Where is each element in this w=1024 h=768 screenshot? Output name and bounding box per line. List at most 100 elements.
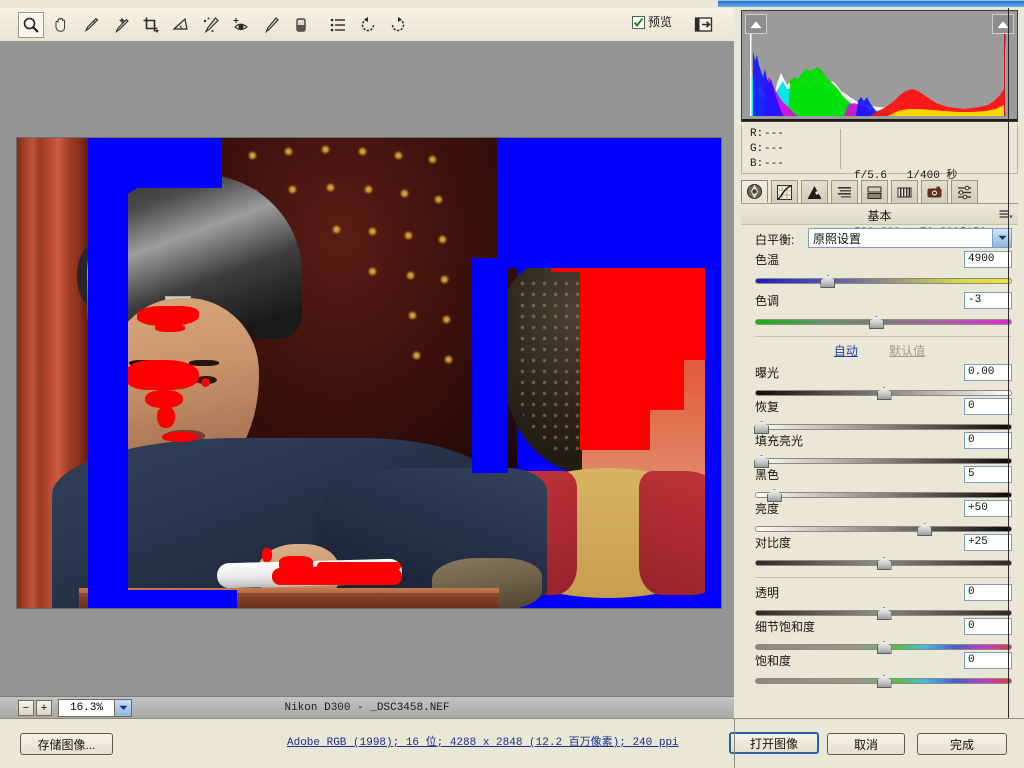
rgb-g-label: G: <box>750 143 764 155</box>
slider-knob[interactable] <box>754 455 770 468</box>
white-balance-tool[interactable] <box>78 12 104 38</box>
slider-track[interactable] <box>755 316 1012 329</box>
image-canvas-area[interactable] <box>0 42 734 696</box>
open-image-button[interactable]: 打开图像 <box>729 732 819 754</box>
preferences-list-icon[interactable] <box>325 12 351 38</box>
tab-lens-correction[interactable] <box>891 180 918 203</box>
exif-divider <box>840 129 841 169</box>
white-balance-select[interactable]: 原照设置 <box>808 228 1012 248</box>
slider-knob[interactable] <box>754 421 770 434</box>
slider-track[interactable] <box>755 607 1012 620</box>
image-status-bar: Nikon D300 - _DSC3458.NEF − + 16.3% <box>0 696 734 718</box>
lens-icon <box>897 187 912 197</box>
slider-label: 黑色 <box>755 468 780 482</box>
slider-value[interactable]: 0 <box>964 584 1012 601</box>
shadow-clipping-warning-button[interactable] <box>745 14 767 34</box>
slider-label: 对比度 <box>755 536 792 550</box>
slider-knob[interactable] <box>876 557 892 570</box>
slider-knob[interactable] <box>876 387 892 400</box>
tab-detail[interactable] <box>801 180 828 203</box>
cancel-button[interactable]: 取消 <box>827 733 905 755</box>
left-column: 预览 Nikon D300 - _DSC3458.NEF − + 16.3% <box>0 8 734 718</box>
slider-knob[interactable] <box>917 523 933 536</box>
histogram-baseline <box>742 119 1017 121</box>
adjustment-brush-tool[interactable] <box>258 12 284 38</box>
slider-value[interactable]: -3 <box>964 292 1012 309</box>
done-button[interactable]: 完成 <box>917 733 1007 755</box>
slider-track[interactable] <box>755 641 1012 654</box>
zoom-controls[interactable]: − + 16.3% <box>18 699 132 717</box>
tab-hsl-grayscale[interactable] <box>831 180 858 203</box>
rotate-ccw-icon[interactable] <box>355 12 381 38</box>
slider-value[interactable]: 0 <box>964 398 1012 415</box>
slider-value[interactable]: +50 <box>964 500 1012 517</box>
histogram-plot <box>748 21 1011 116</box>
color-sampler-tool[interactable] <box>108 12 134 38</box>
slider-knob[interactable] <box>868 316 884 329</box>
slider-track[interactable] <box>755 387 1012 400</box>
zoom-out-button[interactable]: − <box>18 700 34 716</box>
preview-label: 预览 <box>647 15 672 29</box>
white-balance-label: 白平衡: <box>755 233 795 247</box>
graduated-filter-tool[interactable] <box>288 12 314 38</box>
chevron-down-icon[interactable] <box>114 700 131 716</box>
slider-value[interactable]: 0.00 <box>964 364 1012 381</box>
save-image-button[interactable]: 存储图像... <box>20 733 113 755</box>
slider-knob[interactable] <box>766 489 782 502</box>
zoom-in-button[interactable]: + <box>36 700 52 716</box>
hand-tool[interactable] <box>48 12 74 38</box>
slider-knob[interactable] <box>876 675 892 688</box>
auto-link[interactable]: 自动 <box>834 344 858 358</box>
rotate-cw-icon[interactable] <box>385 12 411 38</box>
bottom-bar-divider <box>734 718 735 768</box>
retouch-tool[interactable] <box>198 12 224 38</box>
tab-tone-curve[interactable] <box>771 180 798 203</box>
slider-track[interactable] <box>755 523 1012 536</box>
slider-value[interactable]: 0 <box>964 618 1012 635</box>
window-title-bar <box>718 0 1024 7</box>
slider-label: 细节饱和度 <box>755 620 816 634</box>
red-eye-tool[interactable] <box>228 12 254 38</box>
raw-image-preview[interactable] <box>17 138 721 608</box>
fullscreen-toggle-icon[interactable] <box>692 13 716 37</box>
slider-track[interactable] <box>754 421 1012 434</box>
right-panel: R:--- G:--- B:--- f/5.6 1/400 秒 ISO 200 … <box>735 8 1024 718</box>
preview-checkbox[interactable] <box>631 16 645 29</box>
slider-track[interactable] <box>755 489 1012 502</box>
zoom-level-select[interactable]: 16.3% <box>58 699 132 717</box>
rgb-r-value: --- <box>764 128 784 140</box>
slider-value[interactable]: +25 <box>964 534 1012 551</box>
rgb-g-value: --- <box>764 143 784 155</box>
straighten-tool[interactable] <box>168 12 194 38</box>
slider-value[interactable]: 5 <box>964 466 1012 483</box>
zoom-tool[interactable] <box>18 12 44 38</box>
default-link[interactable]: 默认值 <box>889 344 925 358</box>
aperture-icon <box>747 184 762 199</box>
preview-checkbox-group[interactable]: 预览 <box>631 15 672 29</box>
slider-value[interactable]: 4900 <box>964 251 1012 268</box>
panel-menu-icon[interactable] <box>999 209 1013 223</box>
slider-knob[interactable] <box>820 275 836 288</box>
crop-tool[interactable] <box>138 12 164 38</box>
slider-track[interactable] <box>755 557 1012 570</box>
tool-toolbar: 预览 <box>0 8 734 42</box>
workflow-options-link[interactable]: Adobe RGB (1998); 16 位; 4288 x 2848 (12.… <box>287 733 679 749</box>
slider-value[interactable]: 0 <box>964 652 1012 669</box>
triangle-icon <box>807 185 822 199</box>
slider-track[interactable] <box>755 675 1012 688</box>
slider-value[interactable]: 0 <box>964 432 1012 449</box>
tab-split-toning[interactable] <box>861 180 888 203</box>
basic-panel-controls: 白平衡: 原照设置 色温 4900 色调 -3 自动 默认值 曝光 0.00 恢… <box>741 228 1018 688</box>
slider-label: 曝光 <box>755 366 780 380</box>
panel-right-border <box>1008 8 1009 718</box>
slider-track[interactable] <box>755 275 1012 288</box>
slider-label: 填充亮光 <box>755 434 804 448</box>
panel-title: 基本 <box>741 207 1018 225</box>
tab-basic[interactable] <box>741 180 768 203</box>
slider-track[interactable] <box>754 455 1012 468</box>
highlight-clipping-warning-button[interactable] <box>992 14 1014 34</box>
tab-presets[interactable] <box>951 180 978 203</box>
tab-camera-calibration[interactable] <box>921 180 948 203</box>
slider-knob[interactable] <box>876 641 892 654</box>
slider-knob[interactable] <box>876 607 892 620</box>
